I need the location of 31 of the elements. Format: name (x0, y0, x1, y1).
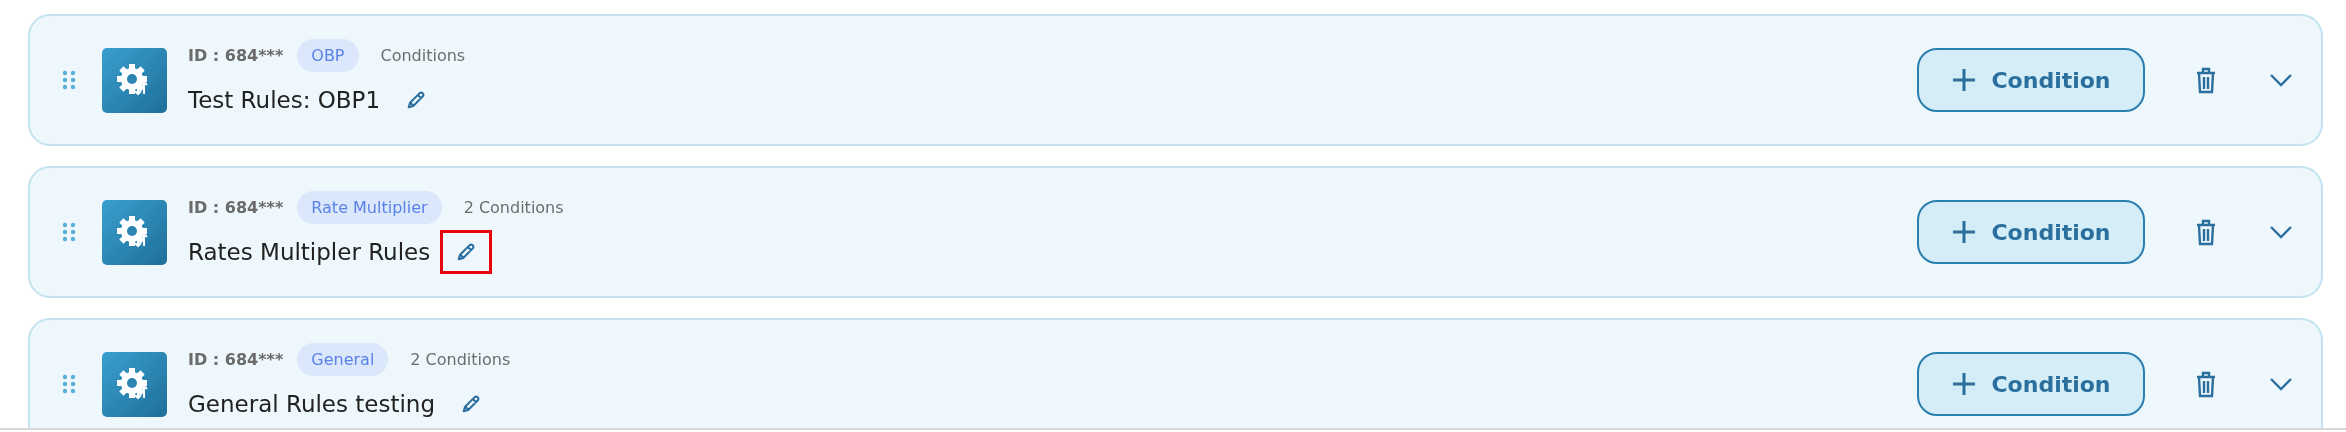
drag-handle-icon[interactable] (62, 222, 76, 242)
conditions-count: Conditions (380, 45, 466, 65)
rule-type-tag: General (297, 342, 389, 376)
drag-handle-icon[interactable] (62, 70, 76, 90)
add-condition-button[interactable]: Condition (1917, 200, 2145, 264)
gear-icon (102, 47, 167, 113)
rule-type-tag: Rate Multiplier (297, 190, 442, 224)
rule-id: ID : 684*** (188, 349, 284, 369)
rule-id: ID : 684*** (188, 197, 284, 217)
plus-icon (1951, 219, 1978, 245)
conditions-count: 2 Conditions (463, 197, 564, 217)
add-condition-button[interactable]: Condition (1917, 352, 2145, 416)
plus-icon (1951, 371, 1978, 397)
rule-name: Rates Multipler Rules (188, 238, 431, 265)
delete-icon[interactable] (2195, 218, 2217, 246)
delete-icon[interactable] (2195, 66, 2217, 94)
chevron-down-icon[interactable] (2269, 377, 2293, 391)
rule-name: General Rules testing (188, 390, 436, 417)
plus-icon (1951, 67, 1978, 93)
chevron-down-icon[interactable] (2269, 73, 2293, 87)
gear-icon (102, 199, 167, 265)
conditions-count: 2 Conditions (410, 349, 511, 369)
chevron-down-icon[interactable] (2269, 225, 2293, 239)
delete-icon[interactable] (2195, 370, 2217, 398)
add-condition-button[interactable]: Condition (1917, 48, 2145, 112)
gear-icon (102, 351, 167, 417)
edit-button[interactable] (440, 229, 493, 274)
rule-name: Test Rules: OBP1 (188, 86, 381, 113)
rule-type-tag: OBP (297, 38, 359, 72)
drag-handle-icon[interactable] (62, 374, 76, 394)
rule-id: ID : 684*** (188, 45, 284, 65)
